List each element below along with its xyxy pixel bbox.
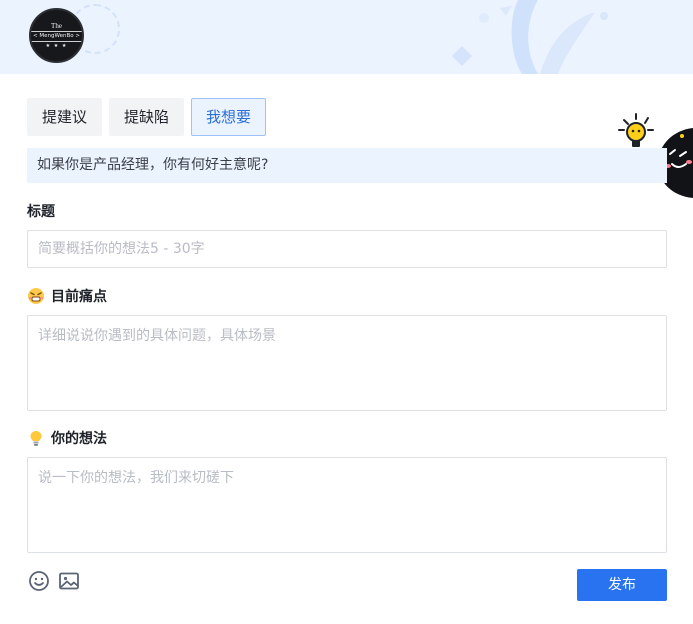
pain-point-label-text: 目前痛点 (51, 289, 107, 305)
decorative-leaves-graphic (452, 0, 608, 74)
hint-banner: 如果你是产品经理，你有何好主意呢? (27, 148, 667, 183)
header-banner: The < MengWenBo > ★ ★ ★ (0, 0, 693, 74)
avatar[interactable]: The < MengWenBo > ★ ★ ★ (29, 8, 84, 63)
title-label: 标题 (27, 201, 55, 221)
publish-button[interactable]: 发布 (577, 569, 667, 601)
tab-defect[interactable]: 提缺陷 (109, 98, 185, 136)
lightbulb-icon (30, 431, 42, 446)
title-label-text: 标题 (27, 204, 55, 220)
pain-point-textarea[interactable] (27, 315, 667, 411)
idea-label: 你的想法 (27, 428, 107, 448)
avatar-logo-text-middle: < MengWenBo > (31, 31, 82, 42)
pain-point-label: 目前痛点 (27, 286, 107, 306)
frowning-face-icon (28, 288, 44, 304)
idea-label-text: 你的想法 (51, 431, 107, 447)
avatar-logo-text-top: The (51, 22, 62, 30)
tab-i-want[interactable]: 我想要 (191, 98, 267, 136)
avatar-logo-text-bottom: ★ ★ ★ (45, 43, 68, 49)
tab-suggestion[interactable]: 提建议 (27, 98, 103, 136)
smiley-icon[interactable] (28, 570, 50, 592)
feedback-type-tabs: 提建议 提缺陷 我想要 (27, 98, 267, 136)
image-icon[interactable] (58, 570, 80, 592)
title-input[interactable] (27, 230, 667, 268)
idea-textarea[interactable] (27, 457, 667, 553)
